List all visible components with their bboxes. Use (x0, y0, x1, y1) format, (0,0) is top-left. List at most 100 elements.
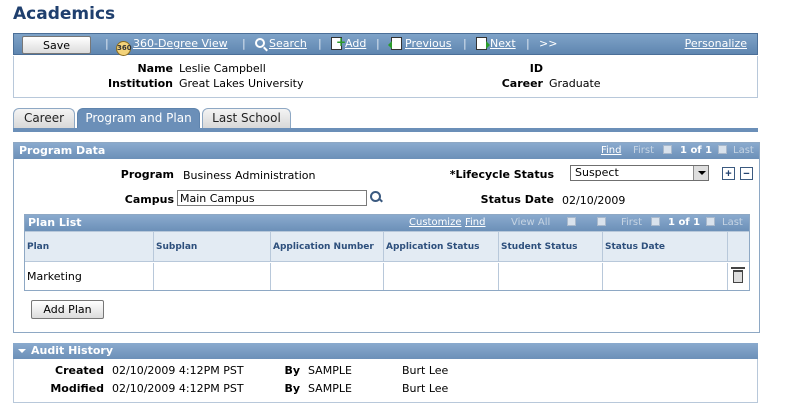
next-link[interactable]: Next (476, 37, 516, 50)
program-last-link[interactable]: Last (733, 143, 754, 159)
program-first-link[interactable]: First (633, 143, 654, 159)
created-label: Created (55, 364, 104, 377)
previous-document-icon (388, 37, 402, 50)
modified-label: Modified (50, 382, 104, 395)
view-360-label: 360-Degree View (133, 37, 228, 50)
plan-last-link[interactable]: Last (722, 215, 743, 231)
modified-by-id: SAMPLE (308, 382, 352, 395)
plan-first-link[interactable]: First (621, 215, 642, 231)
application-number-cell (271, 263, 384, 290)
career-value: Graduate (549, 77, 601, 90)
subplan-cell (154, 263, 271, 290)
view-all-link[interactable]: View All (511, 215, 550, 231)
column-header[interactable]: Status Date (603, 232, 728, 262)
column-header[interactable]: Application Status (384, 232, 499, 262)
next-label: Next (490, 37, 516, 50)
toolbar-separator: | (242, 37, 246, 50)
save-button[interactable]: Save (22, 36, 91, 54)
created-by-label: By (284, 364, 300, 377)
program-count: 1 of 1 (680, 145, 713, 156)
name-value: Leslie Campbell (179, 62, 266, 75)
campus-label: Campus (124, 193, 174, 206)
customize-link[interactable]: Customize (409, 215, 462, 231)
new-window-icon[interactable] (565, 215, 578, 231)
plan-find-link[interactable]: Find (465, 215, 486, 231)
add-link[interactable]: Add (331, 35, 367, 50)
tab-career[interactable]: Career (13, 108, 75, 128)
name-label: Name (137, 62, 173, 75)
page-title: Academics (13, 4, 116, 24)
spreadsheet-icon[interactable] (595, 215, 608, 231)
search-label: Search (269, 37, 307, 50)
delete-row-button[interactable]: − (740, 167, 753, 180)
tab-program-and-plan[interactable]: Program and Plan (77, 108, 200, 128)
chevron-down-icon (18, 349, 26, 353)
next-arrow-icon[interactable] (716, 143, 729, 159)
program-label: Program (120, 168, 174, 181)
audit-history-title: Audit History (31, 344, 114, 357)
modified-by-name: Burt Lee (402, 382, 449, 395)
institution-value: Great Lakes University (179, 77, 304, 90)
tab-underline (13, 128, 758, 132)
add-plan-button[interactable]: Add Plan (31, 300, 104, 319)
plan-count: 1 of 1 (668, 217, 701, 228)
program-data-header: Program Data Find First 1 of 1 Last (14, 143, 759, 159)
created-value: 02/10/2009 4:12PM PST (112, 364, 244, 377)
audit-history-section: Created 02/10/2009 4:12PM PST By SAMPLE … (13, 359, 758, 403)
status-date-value: 02/10/2009 (562, 194, 626, 207)
previous-label: Previous (405, 37, 452, 50)
created-by-name: Burt Lee (402, 364, 449, 377)
toolbar-separator: | (105, 37, 109, 50)
view-360-link[interactable]: 360360-Degree View (116, 37, 228, 56)
lifecycle-status-select[interactable]: Suspect (570, 165, 709, 181)
toolbar-separator: | (463, 37, 467, 50)
created-by-id: SAMPLE (308, 364, 352, 377)
toolbar-separator: | (318, 37, 322, 50)
column-header[interactable]: Plan (25, 232, 154, 262)
application-status-cell (384, 263, 499, 290)
search-link[interactable]: Search (255, 37, 307, 50)
lookup-icon[interactable] (369, 190, 383, 204)
career-label: Career (501, 77, 543, 90)
plan-list-columns: Plan Subplan Application Number Applicat… (25, 231, 749, 262)
column-header[interactable]: Application Number (271, 232, 384, 262)
trash-icon[interactable] (731, 267, 745, 283)
add-row-button[interactable]: + (722, 167, 735, 180)
previous-link[interactable]: Previous (388, 37, 452, 50)
add-document-icon (331, 35, 346, 50)
campus-input[interactable] (177, 190, 367, 206)
column-header[interactable]: Student Status (499, 232, 603, 262)
chevron-down-icon (693, 166, 708, 180)
toolbar-separator: | (376, 37, 380, 50)
search-icon (255, 38, 265, 48)
program-find-link[interactable]: Find (601, 143, 622, 159)
modified-value: 02/10/2009 4:12PM PST (112, 382, 244, 395)
student-header: Name Leslie Campbell Institution Great L… (13, 56, 758, 98)
lifecycle-status-label: *Lifecycle Status (449, 168, 554, 181)
modified-by-label: By (284, 382, 300, 395)
column-header[interactable]: Subplan (154, 232, 271, 262)
more-link[interactable]: >> (539, 37, 557, 50)
view-360-icon: 360 (116, 41, 132, 56)
plan-list-grid: Plan List Customize Find View All First … (24, 214, 750, 291)
personalize-link[interactable]: Personalize (685, 37, 747, 50)
previous-arrow-icon[interactable] (661, 143, 674, 159)
student-status-cell (499, 263, 603, 290)
previous-arrow-icon[interactable] (649, 215, 662, 231)
audit-history-header[interactable]: Audit History (13, 343, 758, 359)
toolbar: Save | 360360-Degree View | Search | Add… (13, 33, 758, 56)
program-value: Business Administration (183, 169, 316, 182)
toolbar-separator: | (526, 37, 530, 50)
table-row: Marketing (25, 263, 749, 290)
program-data-title: Program Data (19, 144, 106, 157)
next-document-icon (476, 37, 490, 50)
lifecycle-status-value: Suspect (575, 166, 619, 179)
tab-last-school[interactable]: Last School (202, 108, 291, 128)
plan-list-header: Plan List Customize Find View All First … (25, 215, 749, 231)
id-label: ID (529, 62, 543, 75)
next-arrow-icon[interactable] (704, 215, 717, 231)
status-date-cell (603, 263, 728, 290)
plan-list-title: Plan List (28, 216, 82, 229)
institution-label: Institution (107, 77, 173, 90)
add-label: Add (345, 37, 367, 50)
